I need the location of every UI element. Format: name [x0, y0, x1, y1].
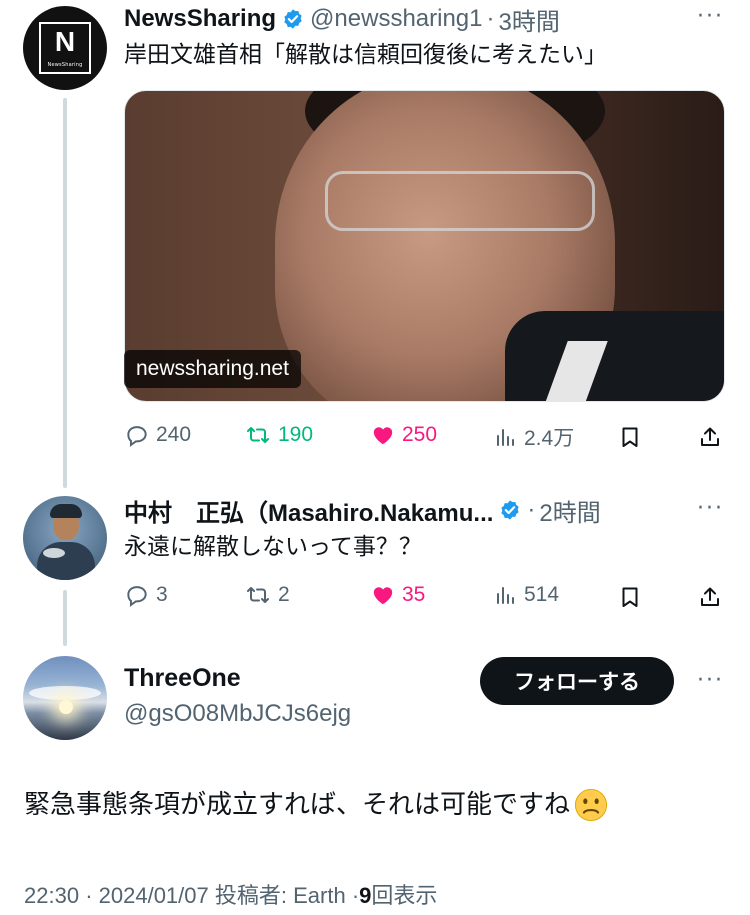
- tweet-text: 岸田文雄首相「解散は信頼回復後に考えたい」: [124, 42, 607, 68]
- bookmark-icon: [622, 587, 638, 607]
- reply-icon: [127, 586, 147, 607]
- photo-suit: [505, 311, 724, 401]
- tweet2-header: 中村 正弘（Masahiro.Nakamu... · 2時間: [124, 493, 601, 527]
- media-source-label[interactable]: newssharing.net: [124, 350, 301, 388]
- avatar-newssharing[interactable]: N NewsSharing: [23, 6, 107, 90]
- share-button[interactable]: [698, 424, 728, 450]
- view-count: 2.4万: [524, 427, 575, 450]
- logo-letter: N: [54, 26, 76, 57]
- tweet1-header: NewsSharing @newssharing1 · 3時間: [124, 2, 560, 36]
- logo-subtext: NewsSharing: [47, 62, 83, 68]
- reply-count: 240: [156, 423, 192, 446]
- newssharing-logo: N NewsSharing: [39, 22, 91, 74]
- avatar-body: [37, 542, 95, 580]
- view-count: 514: [524, 583, 560, 606]
- separator: ·: [85, 883, 93, 908]
- tweet2-actions: 3 2 35 514: [124, 582, 727, 616]
- follow-button[interactable]: フォローする: [480, 657, 674, 705]
- like-count: 250: [402, 423, 438, 446]
- avatar-sun: [59, 700, 73, 714]
- post-date[interactable]: 2024/01/07: [99, 883, 209, 908]
- author-name[interactable]: 中村 正弘（Masahiro.Nakamu...: [124, 493, 493, 528]
- verified-badge-icon: [282, 8, 304, 30]
- reply-icon: [127, 426, 147, 447]
- poster-label: 投稿者: Earth: [214, 883, 346, 908]
- verified-badge-icon: [499, 499, 521, 521]
- separator: ·: [486, 5, 495, 32]
- avatar-fish: [43, 548, 65, 558]
- bookmark-button[interactable]: [618, 584, 648, 610]
- thread-line: [63, 590, 67, 646]
- share-button[interactable]: [698, 584, 728, 610]
- like-button[interactable]: 250: [370, 422, 437, 448]
- more-options-icon[interactable]: ···: [697, 496, 724, 521]
- reply-button[interactable]: 240: [124, 422, 191, 448]
- author-handle[interactable]: @newssharing1: [310, 5, 482, 33]
- avatar-cloud: [29, 686, 101, 700]
- more-options-icon[interactable]: ···: [697, 668, 724, 693]
- retweet-button[interactable]: 2: [244, 582, 290, 608]
- views-chart-icon: [497, 429, 514, 446]
- bookmark-icon: [622, 427, 638, 447]
- more-options-icon[interactable]: ···: [697, 4, 724, 29]
- share-icon: [701, 427, 719, 446]
- heart-icon: [373, 427, 393, 445]
- retweet-count: 2: [278, 583, 290, 606]
- views-chart-icon: [497, 587, 514, 604]
- views-count: 9: [359, 883, 372, 908]
- focused-tweet-text: 緊急事態条項が成立すれば、それは可能ですね: [24, 787, 608, 823]
- retweet-button[interactable]: 190: [244, 422, 313, 448]
- views-button[interactable]: 2.4万: [494, 422, 574, 452]
- bookmark-button[interactable]: [618, 424, 648, 450]
- like-count: 35: [402, 583, 426, 606]
- like-button[interactable]: 35: [370, 582, 425, 608]
- author-handle[interactable]: @gsO08MbJCJs6ejg: [124, 700, 351, 728]
- frowning-face-icon: [574, 788, 608, 822]
- reply-count: 3: [156, 583, 168, 606]
- retweet-count: 190: [278, 423, 314, 446]
- photo-glasses: [325, 171, 595, 231]
- tweet1-actions: 240 190 250 2.4万: [124, 422, 727, 456]
- timestamp[interactable]: 2時間: [539, 493, 600, 528]
- separator: ·: [527, 496, 536, 523]
- avatar-nakamura[interactable]: [23, 496, 107, 580]
- retweet-icon: [247, 427, 269, 443]
- thread-line: [63, 98, 67, 488]
- heart-icon: [373, 587, 393, 605]
- avatar-cap: [50, 504, 82, 518]
- views-label: 回表示: [371, 883, 438, 908]
- author-name[interactable]: NewsSharing: [124, 5, 276, 33]
- timestamp[interactable]: 3時間: [499, 2, 560, 37]
- post-time[interactable]: 22:30: [24, 883, 79, 908]
- tweet-text: 緊急事態条項が成立すれば、それは可能ですね: [24, 790, 571, 820]
- avatar-threeone[interactable]: [23, 656, 107, 740]
- tweet-text: 永遠に解散しないって事？？: [124, 534, 422, 560]
- share-icon: [701, 587, 719, 606]
- retweet-icon: [247, 587, 269, 603]
- views-button[interactable]: 514: [494, 582, 559, 608]
- reply-button[interactable]: 3: [124, 582, 168, 608]
- tweet-metadata: 22:30 · 2024/01/07 投稿者: Earth ·9回表示: [24, 878, 437, 910]
- author-name[interactable]: ThreeOne: [124, 664, 241, 693]
